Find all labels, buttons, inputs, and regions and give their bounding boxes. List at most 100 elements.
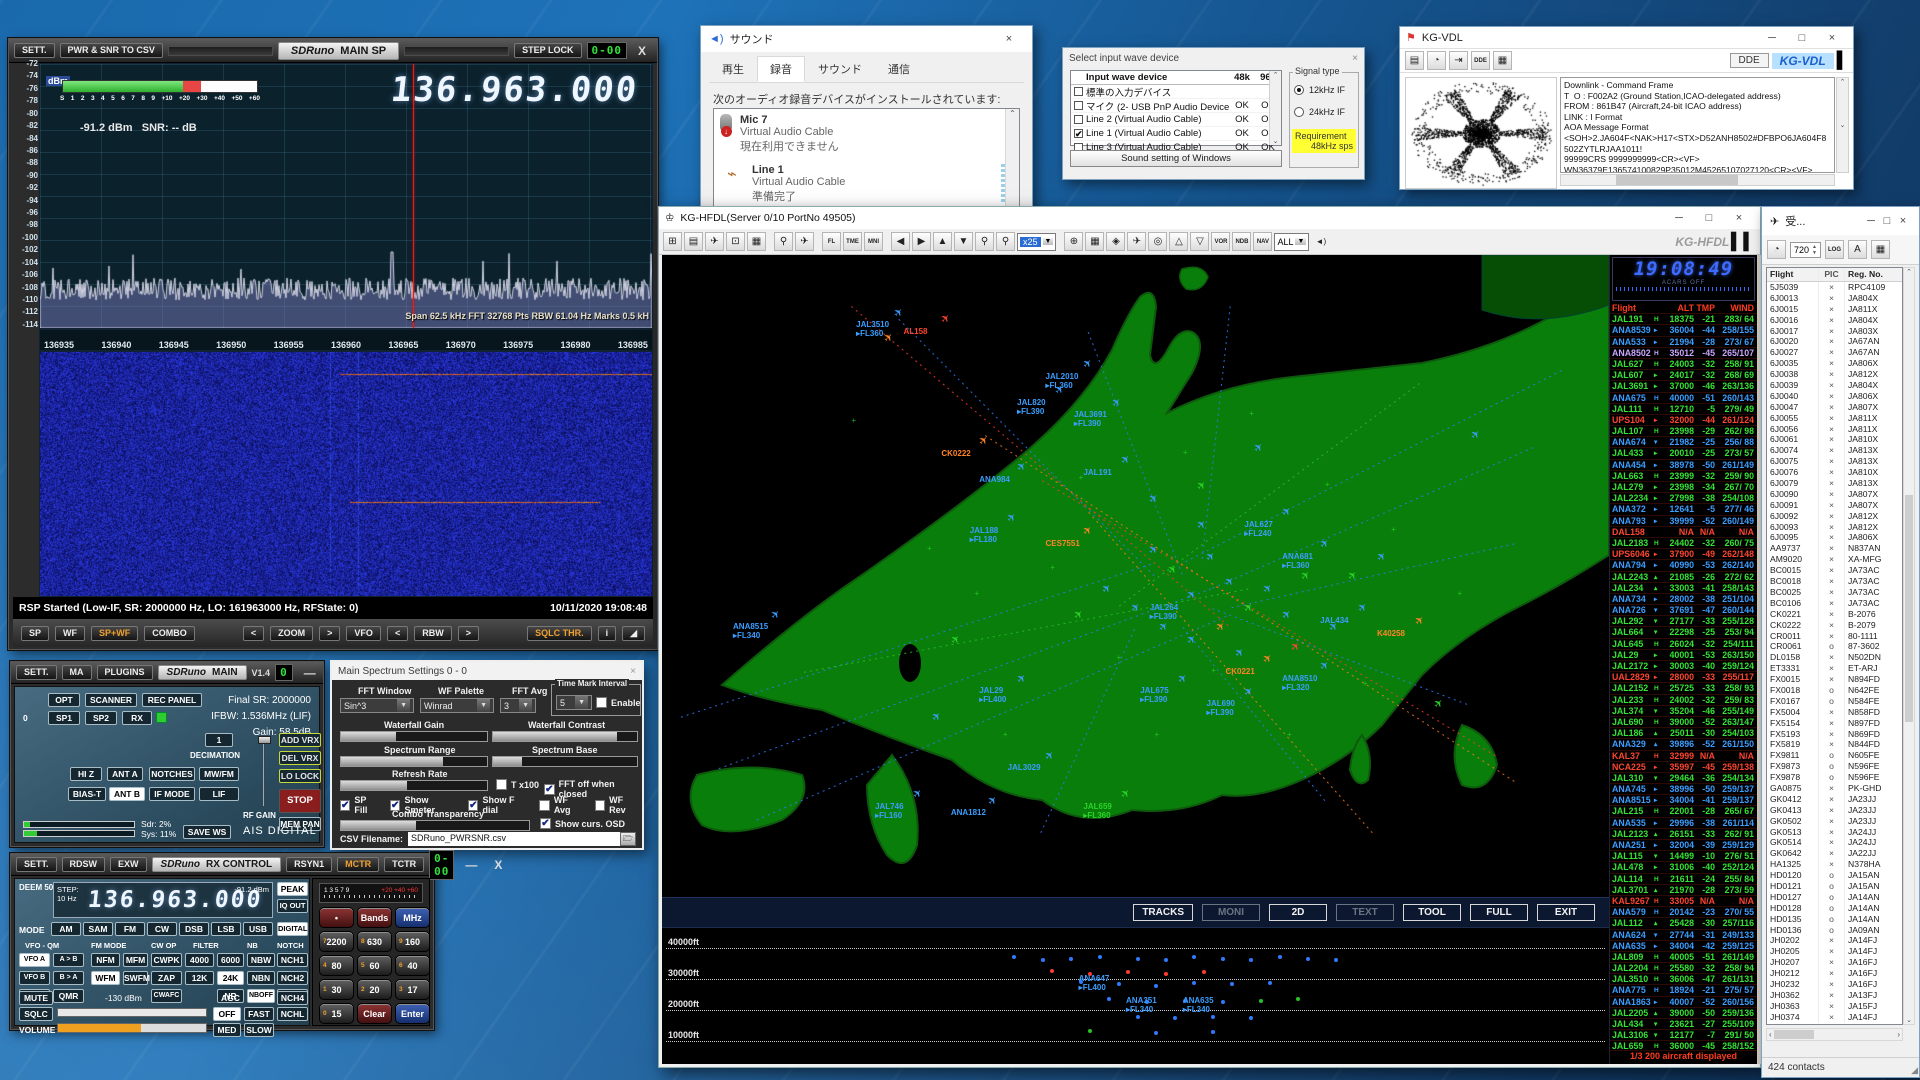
aircraft-list-icon[interactable]: ✈ (705, 232, 724, 251)
sqlc-thr-button[interactable]: SQLC THR. (527, 626, 592, 641)
sp-base-slider[interactable] (492, 756, 638, 767)
contacts-v-scrollbar[interactable]: ⌃ ⌄ (1903, 267, 1915, 1025)
contact-row[interactable]: JH0212×JA16FJ (1767, 968, 1902, 979)
probe-icon[interactable]: ⚲ (774, 232, 793, 251)
flight-row[interactable]: JAL659H36000-45258/152 (1610, 1041, 1757, 1050)
contacts-titlebar[interactable]: ✈ 受... ─□× (1762, 207, 1919, 235)
minimize-icon[interactable]: ─ (1757, 32, 1787, 44)
sp-range-slider[interactable] (340, 756, 488, 767)
mode-fm-button[interactable]: FM (115, 922, 145, 936)
zoom-scale-select[interactable]: x25▼ (1017, 233, 1056, 251)
aircraft-icon[interactable]: ✈ (892, 306, 906, 320)
pan-right-icon[interactable]: ▶ (912, 232, 931, 251)
flight-row[interactable]: JAL292▾27177-33255/128 (1610, 616, 1757, 627)
altitude-profile[interactable]: 40000ft30000ft20000ft10000ftANA647▸FL400… (662, 927, 1609, 1064)
flight-row[interactable]: JAL663H23999-32259/ 90 (1610, 471, 1757, 482)
font-icon[interactable]: A (1848, 240, 1867, 259)
vdl-message-text[interactable]: Downlink - Command Frame T O : F002A2 (G… (1560, 77, 1835, 173)
aircraft-icon[interactable]: ✈ (911, 787, 925, 801)
tctr-button[interactable]: TCTR (384, 857, 424, 872)
device-item[interactable]: ⌁Line 1Virtual Audio Cable準備完了 (714, 159, 1019, 209)
contact-row[interactable]: JH0202×JA14FJ (1767, 935, 1902, 946)
flight-row[interactable]: ANA579H20142-23270/ 55 (1610, 907, 1757, 918)
maximize-icon[interactable]: □ (1787, 32, 1817, 44)
keypad-60-button[interactable]: 605 (357, 955, 392, 976)
del-vrx-button[interactable]: DEL VRX (279, 751, 321, 765)
mode-cw-button[interactable]: CW (147, 922, 177, 936)
contacts-table[interactable]: FlightPICReg. No.5J5039×RPC41096J0013×JA… (1766, 267, 1903, 1025)
flight-row[interactable]: JAL2204H25580-32258/ 94 (1610, 963, 1757, 974)
wf-palette-select[interactable]: Winrad▼ (420, 698, 494, 713)
device-item[interactable]: ↓Mic 7Virtual Audio Cable現在利用できません (714, 109, 1019, 159)
flight-row[interactable]: ANA635▸34004-42259/125 (1610, 941, 1757, 952)
nch1-button[interactable]: NCH1 (277, 953, 308, 967)
nav-icon[interactable]: NAV (1253, 232, 1272, 251)
maximize-icon[interactable]: □ (1879, 215, 1895, 227)
nbn-button[interactable]: NBN (247, 971, 275, 985)
zoom-out-button[interactable]: < (243, 626, 264, 641)
contact-row[interactable]: 5J5039×RPC4109 (1767, 282, 1902, 293)
keypad-160-button[interactable]: 1609 (395, 931, 430, 952)
dde-mini-icon[interactable]: DDE (1471, 51, 1490, 70)
rsyn1-button[interactable]: RSYN1 (286, 857, 332, 872)
resize-grip-icon[interactable]: ◢ (622, 626, 645, 641)
aircraft-icon[interactable]: ✈ (1195, 479, 1209, 493)
settings-checkbox[interactable]: WF Rev (595, 795, 640, 815)
contact-row[interactable]: 6J0047×JA807X (1767, 402, 1902, 413)
contact-row[interactable]: 6J0035×JA806X (1767, 358, 1902, 369)
main-titlebar[interactable]: SETT. MA PLUGINS SDRunoMAIN V1.4 0 — X (11, 662, 323, 684)
flight-row[interactable]: JAL2234▸27998-38254/108 (1610, 493, 1757, 504)
contact-row[interactable]: 6J0076×JA810X (1767, 467, 1902, 478)
flight-row[interactable]: ANA794▸40990-53262/140 (1610, 560, 1757, 571)
contact-row[interactable]: GK0513×JA24JJ (1767, 827, 1902, 838)
rbw-up-button[interactable]: > (458, 626, 479, 641)
color-grid-icon[interactable]: ▦ (1871, 240, 1890, 259)
aircraft-icon[interactable]: ✈ (1280, 505, 1294, 519)
flight-row[interactable]: JAL310▾29464-36254/134 (1610, 773, 1757, 784)
contact-row[interactable]: FX9878oN596FE (1767, 772, 1902, 783)
rec-panel-button[interactable]: REC PANEL (142, 693, 202, 707)
flight-row[interactable]: NCA225▸35997-45259/138 (1610, 762, 1757, 773)
flight-row[interactable]: ANA454▸38978-50261/149 (1610, 460, 1757, 471)
aircraft-icon[interactable]: ✈ (1072, 608, 1086, 622)
aircraft-icon[interactable]: ✈ (1176, 672, 1190, 686)
route-icon[interactable]: ✈ (795, 232, 814, 251)
vfo-button[interactable]: VFO (346, 626, 381, 641)
tool-button[interactable]: TOOL (1403, 904, 1461, 921)
contact-row[interactable]: HA1325×N378HA (1767, 859, 1902, 870)
flight-row[interactable]: ANA535▸29996-38261/114 (1610, 818, 1757, 829)
flight-row[interactable]: JAL233H24002-32259/ 83 (1610, 695, 1757, 706)
keypad-2200-button[interactable]: 22007 (319, 931, 354, 952)
audio-icon[interactable]: ◄) (1311, 232, 1330, 251)
time-label-icon[interactable]: TME (843, 232, 862, 251)
contact-row[interactable]: JH0363×JA15FJ (1767, 1001, 1902, 1012)
close-icon[interactable]: × (1817, 32, 1847, 44)
4000-button[interactable]: 4000 (185, 953, 214, 967)
aircraft-icon[interactable]: ✈ (1195, 518, 1209, 532)
nbw-button[interactable]: NBW (247, 953, 275, 967)
mesh-icon[interactable]: ▦ (1085, 232, 1104, 251)
aircraft-icon[interactable]: ✈ (1356, 601, 1370, 615)
flight-row[interactable]: JAL234▴33003-41258/143 (1610, 583, 1757, 594)
contact-row[interactable]: HD0120oJA15AN (1767, 870, 1902, 881)
timer-icon[interactable]: ◔ (1767, 240, 1786, 259)
flight-row[interactable]: JAL115▾14499-10276/ 51 (1610, 851, 1757, 862)
flight-row[interactable]: ANA674▾21982-25256/ 88 (1610, 437, 1757, 448)
contact-row[interactable]: GK0514×JA24JJ (1767, 837, 1902, 848)
filter-select[interactable]: ALL▼ (1274, 233, 1309, 251)
contact-row[interactable]: BC0018×JA73AC (1767, 576, 1902, 587)
stop-button[interactable]: STOP (279, 789, 321, 813)
contact-row[interactable]: HD0135oJA14AN (1767, 914, 1902, 925)
flight-row[interactable]: ANA745▸38996-50259/137 (1610, 784, 1757, 795)
contact-row[interactable]: CR0011×80-1111 (1767, 631, 1902, 642)
close-icon[interactable]: × (1724, 212, 1754, 224)
map-display[interactable]: ++++++++++++++++✈JAL3510▸FL360✈AL158✈✈JA… (662, 255, 1609, 897)
flight-row[interactable]: JAL107H23998-29262/ 98 (1610, 426, 1757, 437)
exit-button[interactable]: EXIT (1537, 904, 1595, 921)
rx-titlebar[interactable]: SETT. RDSW EXW SDRunoRX CONTROL RSYN1 MC… (11, 854, 433, 876)
flight-row[interactable]: JAL3701▴21970-28273/ 59 (1610, 885, 1757, 896)
input-select-icon[interactable]: ⇥ (1449, 51, 1468, 70)
fft-avg-select[interactable]: 3▼ (500, 698, 536, 713)
contact-row[interactable]: BC0025×JA73AC (1767, 587, 1902, 598)
flight-row[interactable]: UPS104▸32000-44261/124 (1610, 415, 1757, 426)
